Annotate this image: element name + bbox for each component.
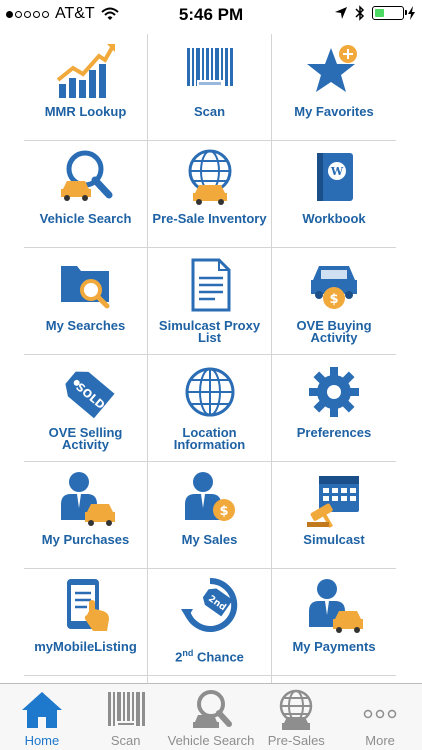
menu-item-simulcast-proxy-list[interactable]: Simulcast Proxy List: [148, 248, 272, 355]
favorite-star-icon: [307, 45, 357, 92]
menu-item-label: Vehicle Search: [39, 211, 132, 226]
menu-item-pre-sale-inventory[interactable]: Pre-Sale Inventory: [148, 141, 272, 248]
tab-vehicle-search[interactable]: Vehicle Search: [167, 684, 255, 750]
menu-item-label: OVE Selling Activity: [48, 425, 123, 452]
location-arrow-icon: [335, 7, 347, 19]
car-coin-icon: $: [311, 266, 357, 309]
menu-item-my-purchases[interactable]: My Purchases: [24, 462, 148, 569]
menu-item-label: My Purchases: [41, 532, 130, 547]
battery-level: [375, 9, 384, 17]
menu-item-label: Simulcast Proxy List: [158, 318, 261, 345]
sold-tag-icon: SOLD: [64, 371, 115, 419]
second-chance-icon: 2nd: [180, 577, 237, 632]
menu-item-label: Preferences: [296, 425, 372, 440]
menu-item-label: My Payments: [292, 639, 376, 654]
user-car-icon: [60, 472, 115, 526]
menu-item-my-sales[interactable]: $ My Sales: [148, 462, 272, 569]
document-list-icon: [191, 258, 230, 312]
tab-label: Pre-Sales: [267, 733, 325, 748]
menu-item-label: myMobileListing: [34, 639, 137, 654]
car-search-icon: [60, 150, 112, 201]
menu-grid: MMR Lookup Scan My Favorites Vehicle Sea…: [24, 34, 396, 684]
battery-icon: [372, 6, 407, 20]
status-bar: AT&T 5:46 PM: [0, 0, 422, 30]
tab-label: Scan: [110, 733, 141, 748]
menu-item-my-payments[interactable]: My Payments: [272, 569, 396, 676]
menu-item-ove-buying-activity[interactable]: $ OVE Buying Activity: [272, 248, 396, 355]
tab-bar: Home Scan Vehicle Search Pre-Sales More: [0, 683, 422, 750]
menu-item-label: My Sales: [181, 532, 238, 547]
menu-item-label: MMR Lookup: [44, 104, 127, 119]
menu-item-mmr-lookup[interactable]: MMR Lookup: [24, 34, 148, 141]
menu-item-simulcast[interactable]: Simulcast: [272, 462, 396, 569]
menu-item-label: 2nd Chance: [172, 647, 247, 663]
menu-item-label: Location Information: [173, 425, 246, 452]
tab-more[interactable]: More: [338, 684, 422, 750]
user-car-payment-icon: [309, 579, 363, 633]
tab-home[interactable]: Home: [0, 684, 84, 750]
label-rest: Chance: [193, 649, 244, 665]
home-icon: [21, 692, 62, 728]
bluetooth-icon: [355, 5, 365, 21]
barcode-icon: [107, 692, 145, 727]
globe-car-icon: [280, 689, 313, 730]
menu-item-preferences[interactable]: Preferences: [272, 355, 396, 462]
menu-item-location-information[interactable]: Location Information: [148, 355, 272, 462]
car-search-icon: [192, 690, 232, 728]
menu-item-vehicle-search[interactable]: Vehicle Search: [24, 141, 148, 248]
menu-item-workbook[interactable]: W Workbook: [272, 141, 396, 248]
gear-icon: [309, 367, 359, 417]
menu-item-label: Simulcast: [303, 532, 365, 547]
tab-label: More: [365, 733, 395, 748]
menu-item-label: OVE Buying Activity: [296, 318, 372, 345]
workbook-icon: W: [317, 153, 353, 201]
globe-icon: [185, 367, 234, 417]
more-dots-icon: [363, 709, 397, 719]
tab-pre-sales[interactable]: Pre-Sales: [254, 684, 338, 750]
menu-item-my-searches[interactable]: My Searches: [24, 248, 148, 355]
user-coin-icon: $: [184, 472, 235, 521]
menu-item-label: My Searches: [45, 318, 126, 333]
menu-item-label: Pre-Sale Inventory: [152, 211, 267, 226]
calendar-gavel-icon: [307, 476, 359, 528]
svg-text:W: W: [330, 165, 344, 178]
tab-scan[interactable]: Scan: [84, 684, 168, 750]
svg-text:$: $: [329, 292, 338, 307]
tab-label: Vehicle Search: [167, 733, 255, 748]
globe-car-icon: [188, 149, 231, 205]
label-ordinal-suffix: nd: [182, 648, 194, 658]
status-right: [334, 5, 416, 21]
menu-item-label: Workbook: [302, 211, 366, 226]
menu-item-2nd-chance[interactable]: 2nd 2nd Chance: [148, 569, 272, 676]
folder-search-icon: [60, 266, 109, 309]
tab-label: Home: [24, 733, 60, 748]
menu-item-scan[interactable]: Scan: [148, 34, 272, 141]
svg-text:$: $: [219, 504, 228, 519]
menu-item-mymobilelisting[interactable]: myMobileListing: [24, 569, 148, 676]
trend-chart-icon: [56, 44, 115, 98]
menu-item-my-favorites[interactable]: My Favorites: [272, 34, 396, 141]
menu-item-ove-selling-activity[interactable]: SOLD OVE Selling Activity: [24, 355, 148, 462]
menu-item-label: Scan: [193, 104, 226, 119]
barcode-icon: [186, 48, 233, 87]
charging-bolt-icon: [408, 6, 415, 20]
tablet-hand-icon: [66, 579, 109, 631]
menu-item-label: My Favorites: [294, 104, 374, 119]
